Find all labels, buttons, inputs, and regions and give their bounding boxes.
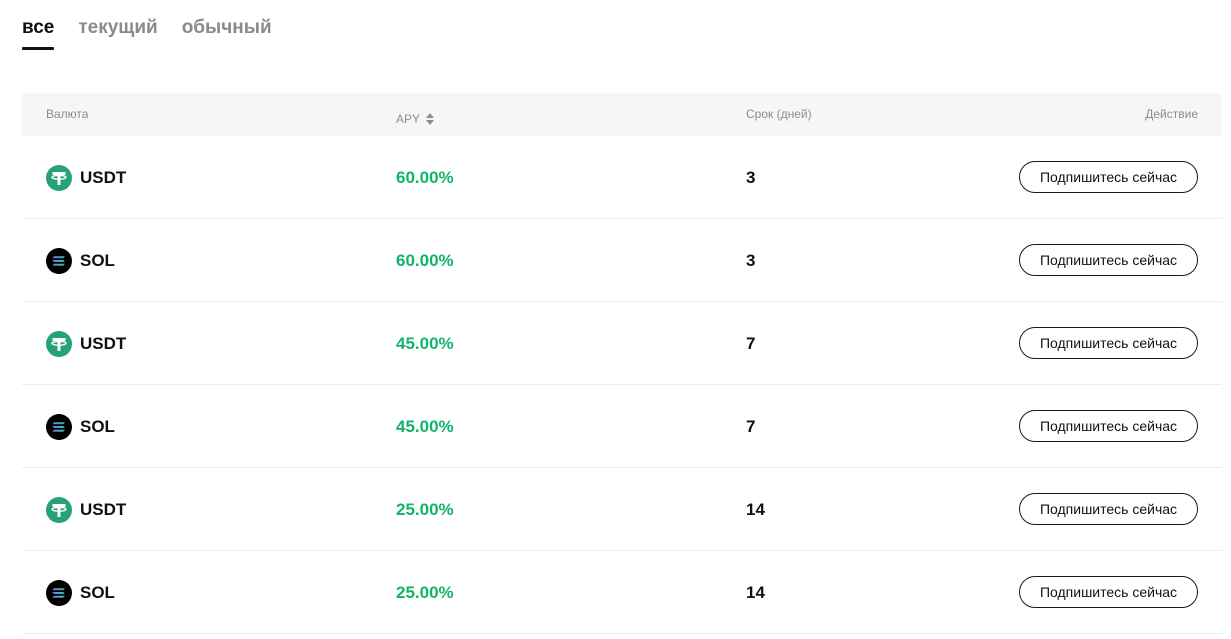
sort-icon[interactable] [426, 113, 435, 125]
term-days: 14 [746, 500, 765, 519]
coin-cell: SOL [46, 414, 115, 440]
apy-value: 60.00% [396, 251, 454, 270]
table-body: USDT 60.00% 3 Подпишитесь сейчас SOL 60.00% 3 П… [22, 136, 1222, 634]
term-days: 14 [746, 583, 765, 602]
subscribe-button[interactable]: Подпишитесь сейчас [1019, 493, 1198, 525]
coin-name: SOL [80, 417, 115, 436]
table-row: SOL 25.00% 14 Подпишитесь сейчас [22, 551, 1222, 634]
usdt-icon [46, 497, 72, 523]
sol-icon [46, 248, 72, 274]
subscribe-button[interactable]: Подпишитесь сейчас [1019, 410, 1198, 442]
subscribe-button[interactable]: Подпишитесь сейчас [1019, 161, 1198, 193]
apy-value: 25.00% [396, 500, 454, 519]
table-row: USDT 25.00% 14 Подпишитесь сейчас [22, 468, 1222, 551]
apy-value: 45.00% [396, 417, 454, 436]
apy-value: 25.00% [396, 583, 454, 602]
table-row: USDT 45.00% 7 Подпишитесь сейчас [22, 302, 1222, 385]
apy-value: 60.00% [396, 168, 454, 187]
sol-icon [46, 580, 72, 606]
staking-table: Валюта APY Срок (дней) Действие USDT 60.0… [22, 93, 1222, 634]
term-days: 7 [746, 417, 756, 436]
tab-bar: все текущий обычный [22, 14, 272, 50]
coin-cell: USDT [46, 165, 126, 191]
coin-cell: USDT [46, 497, 126, 523]
sol-icon [46, 414, 72, 440]
tab-all[interactable]: все [22, 14, 55, 50]
column-header-term: Срок (дней) [746, 107, 812, 121]
column-header-apy-label: APY [396, 112, 421, 126]
coin-cell: SOL [46, 580, 115, 606]
subscribe-button[interactable]: Подпишитесь сейчас [1019, 576, 1198, 608]
subscribe-button[interactable]: Подпишитесь сейчас [1019, 327, 1198, 359]
column-header-action: Действие [1145, 107, 1198, 121]
coin-name: USDT [80, 168, 127, 187]
tab-current[interactable]: текущий [78, 14, 157, 50]
apy-value: 45.00% [396, 334, 454, 353]
subscribe-button[interactable]: Подпишитесь сейчас [1019, 244, 1198, 276]
coin-name: USDT [80, 500, 127, 519]
coin-name: USDT [80, 334, 127, 353]
table-row: SOL 45.00% 7 Подпишитесь сейчас [22, 385, 1222, 468]
coin-name: SOL [80, 251, 115, 270]
usdt-icon [46, 331, 72, 357]
coin-name: SOL [80, 583, 115, 602]
term-days: 7 [746, 334, 756, 353]
table-row: SOL 60.00% 3 Подпишитесь сейчас [22, 219, 1222, 302]
tab-regular[interactable]: обычный [182, 14, 272, 50]
coin-cell: SOL [46, 248, 115, 274]
column-header-apy[interactable]: APY [396, 112, 435, 126]
term-days: 3 [746, 251, 756, 270]
table-header: Валюта APY Срок (дней) Действие [22, 93, 1222, 136]
table-row: USDT 60.00% 3 Подпишитесь сейчас [22, 136, 1222, 219]
term-days: 3 [746, 168, 756, 187]
coin-cell: USDT [46, 331, 126, 357]
usdt-icon [46, 165, 72, 191]
column-header-currency: Валюта [46, 107, 89, 121]
